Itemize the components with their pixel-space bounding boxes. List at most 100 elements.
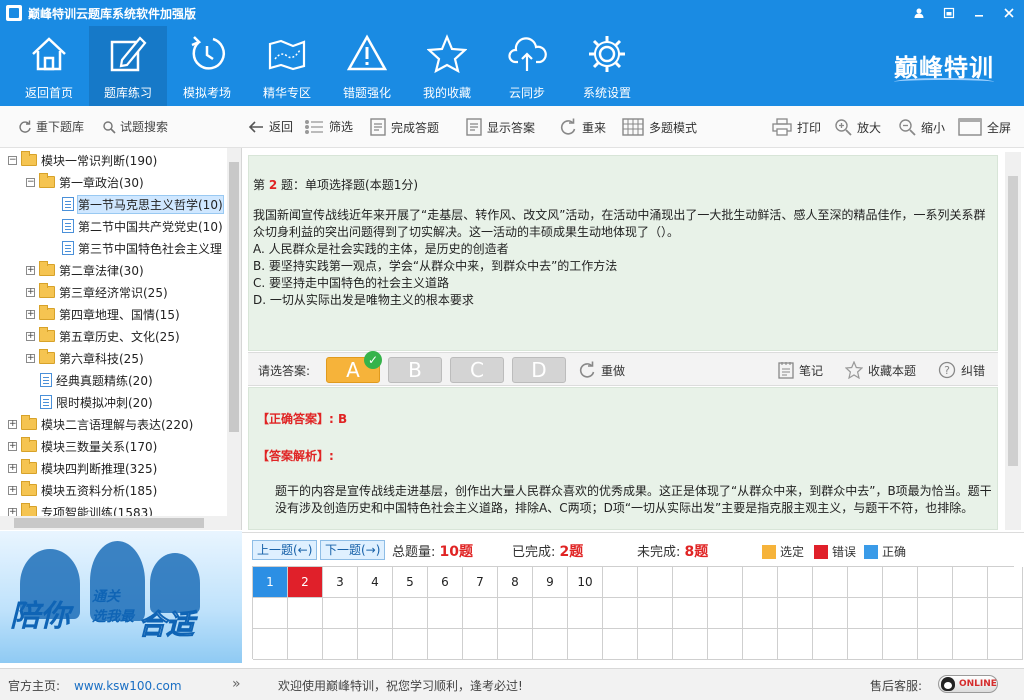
search-question-button[interactable]: 试题搜索 bbox=[102, 118, 168, 135]
welcome-message: 欢迎使用巅峰特训，祝您学习顺利，逢考必过! bbox=[278, 679, 523, 693]
tree-item[interactable]: 经典真题精练(20) bbox=[40, 369, 153, 391]
tree-item[interactable]: + 模块二言语理解与表达(220) bbox=[8, 413, 193, 435]
homepage-link[interactable]: www.ksw100.com bbox=[74, 679, 182, 693]
content-vertical-scrollbar[interactable] bbox=[1005, 152, 1021, 530]
tree-item[interactable]: − 模块一常识判断(190) bbox=[8, 149, 157, 171]
scrollbar-thumb[interactable] bbox=[1008, 176, 1018, 466]
print-button[interactable]: 打印 bbox=[772, 118, 821, 136]
tree-item[interactable]: 限时模拟冲刺(20) bbox=[40, 391, 153, 413]
question-number-cell[interactable]: 10 bbox=[568, 567, 603, 598]
nav-settings[interactable]: 系统设置 bbox=[568, 26, 646, 106]
expand-icon[interactable]: + bbox=[8, 463, 17, 473]
legend-correct: 正确 bbox=[864, 543, 906, 560]
online-service-button[interactable]: ONLINE bbox=[938, 675, 998, 693]
tree-vertical-scrollbar[interactable] bbox=[227, 148, 241, 530]
zoom-out-button[interactable]: 缩小 bbox=[898, 118, 945, 136]
nav-favorites[interactable]: 我的收藏 bbox=[408, 26, 486, 106]
finish-button[interactable]: 完成答题 bbox=[370, 118, 439, 136]
question-number-cell[interactable]: 3 bbox=[323, 567, 358, 598]
empty-grid-cell bbox=[778, 629, 813, 660]
question-number-cell[interactable]: 1 bbox=[253, 567, 288, 598]
favorite-button[interactable]: 收藏本题 bbox=[845, 361, 916, 379]
expand-icon[interactable]: + bbox=[8, 485, 17, 495]
question-number-cell[interactable]: 9 bbox=[533, 567, 568, 598]
tree-item[interactable]: + 模块三数量关系(170) bbox=[8, 435, 157, 457]
empty-grid-cell bbox=[953, 598, 988, 629]
todo-label: 未完成: bbox=[637, 545, 681, 560]
collapse-icon[interactable]: − bbox=[8, 155, 17, 165]
refresh-icon bbox=[19, 120, 31, 133]
tree-item-label: 模块五资料分析(185) bbox=[41, 483, 158, 498]
expand-icon[interactable]: + bbox=[26, 353, 35, 363]
restore-icon[interactable] bbox=[934, 0, 964, 26]
reload-bank-button[interactable]: 重下题库 bbox=[18, 118, 84, 135]
banner-text-3: 合适 bbox=[137, 608, 195, 642]
tree-horizontal-scrollbar[interactable] bbox=[0, 516, 228, 530]
document-icon bbox=[370, 118, 386, 136]
restart-label: 重来 bbox=[582, 120, 607, 135]
nav-home[interactable]: 返回首页 bbox=[10, 26, 88, 106]
tree-item[interactable]: 第一节马克思主义哲学(10) bbox=[62, 193, 224, 215]
tree-item[interactable]: − 第一章政治(30) bbox=[26, 171, 144, 193]
nav-sync[interactable]: 云同步 bbox=[488, 26, 566, 106]
empty-grid-cell bbox=[953, 629, 988, 660]
choice-b-button[interactable]: B bbox=[388, 357, 442, 383]
nav-essence[interactable]: 精华专区 bbox=[248, 26, 326, 106]
nav-practice[interactable]: 题库练习 bbox=[89, 26, 167, 106]
question-number-cell[interactable]: 4 bbox=[358, 567, 393, 598]
next-question-button[interactable]: 下一题(→) bbox=[320, 540, 386, 560]
tree-item[interactable]: 第三节中国特色社会主义理 bbox=[62, 237, 222, 259]
prev-question-button[interactable]: 上一题(←) bbox=[252, 540, 318, 560]
tree-item[interactable]: + 第六章科技(25) bbox=[26, 347, 144, 369]
legend-label: 选定 bbox=[780, 545, 805, 559]
double-chevron-icon[interactable]: » bbox=[232, 676, 241, 692]
tree-item[interactable]: + 第三章经济常识(25) bbox=[26, 281, 168, 303]
collapse-icon[interactable]: − bbox=[26, 177, 35, 187]
question-number-cell[interactable]: 5 bbox=[393, 567, 428, 598]
multi-mode-button[interactable]: 多题模式 bbox=[622, 118, 697, 136]
scrollbar-thumb[interactable] bbox=[229, 162, 239, 432]
question-number-cell[interactable]: 6 bbox=[428, 567, 463, 598]
show-answer-button[interactable]: 显示答案 bbox=[466, 118, 535, 136]
notes-button[interactable]: 笔记 bbox=[778, 361, 823, 379]
tree-item[interactable]: + 第四章地理、国情(15) bbox=[26, 303, 180, 325]
filter-icon bbox=[305, 119, 323, 134]
question-number-cell[interactable]: 2 bbox=[288, 567, 323, 598]
expand-icon[interactable]: + bbox=[8, 419, 17, 429]
question-number-cell[interactable]: 7 bbox=[463, 567, 498, 598]
nav-exam[interactable]: 模拟考场 bbox=[168, 26, 246, 106]
tree-item[interactable]: + 模块五资料分析(185) bbox=[8, 479, 157, 501]
expand-icon[interactable]: + bbox=[26, 287, 35, 297]
tree-item[interactable]: + 第五章历史、文化(25) bbox=[26, 325, 180, 347]
choice-d-button[interactable]: D bbox=[512, 357, 566, 383]
filter-button[interactable]: 筛选 bbox=[304, 118, 353, 135]
expand-icon[interactable]: + bbox=[26, 331, 35, 341]
expand-icon[interactable]: + bbox=[8, 441, 17, 451]
close-icon[interactable] bbox=[994, 0, 1024, 26]
question-number-cell[interactable]: 8 bbox=[498, 567, 533, 598]
back-button[interactable]: 返回 bbox=[248, 118, 293, 135]
tree-item[interactable]: + 模块四判断推理(325) bbox=[8, 457, 157, 479]
empty-grid-cell bbox=[778, 567, 813, 598]
fullscreen-button[interactable]: 全屏 bbox=[958, 118, 1011, 136]
minimize-icon[interactable] bbox=[964, 0, 994, 26]
star-icon bbox=[845, 361, 863, 379]
gear-icon bbox=[589, 36, 625, 72]
tree-item[interactable]: 第二节中国共产党党史(10) bbox=[62, 215, 223, 237]
empty-grid-cell bbox=[778, 598, 813, 629]
expand-icon[interactable]: + bbox=[26, 265, 35, 275]
choice-c-button[interactable]: C bbox=[450, 357, 504, 383]
empty-grid-cell bbox=[393, 598, 428, 629]
nav-mistakes[interactable]: 错题强化 bbox=[328, 26, 406, 106]
scrollbar-thumb[interactable] bbox=[14, 518, 204, 528]
user-icon[interactable] bbox=[904, 0, 934, 26]
empty-grid-cell bbox=[848, 567, 883, 598]
report-error-button[interactable]: ? 纠错 bbox=[938, 361, 985, 379]
zoom-in-button[interactable]: 放大 bbox=[834, 118, 881, 136]
redo-answer-button[interactable]: 重做 bbox=[578, 361, 625, 379]
expand-icon[interactable]: + bbox=[26, 309, 35, 319]
restart-button[interactable]: 重来 bbox=[559, 118, 606, 136]
window-controls bbox=[904, 0, 1024, 26]
empty-grid-cell bbox=[988, 567, 1023, 598]
tree-item[interactable]: + 第二章法律(30) bbox=[26, 259, 144, 281]
